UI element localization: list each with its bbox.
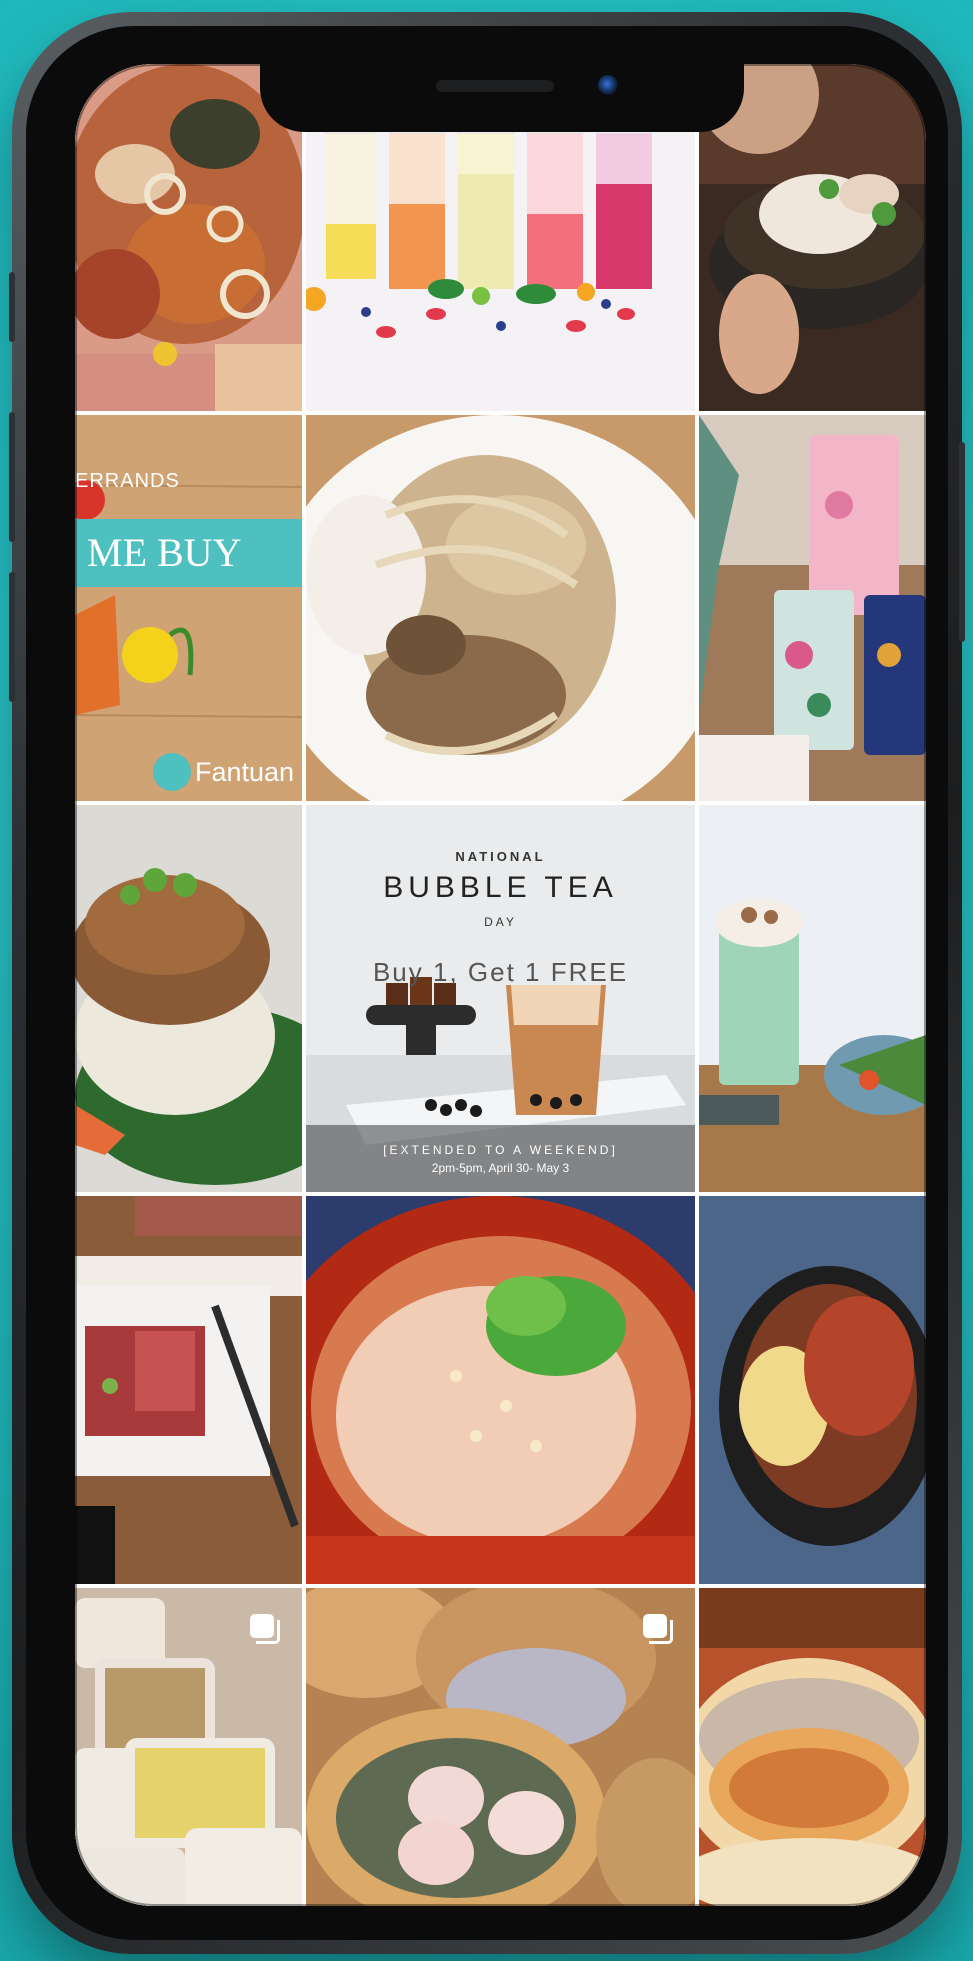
post-seafood-boil[interactable] xyxy=(75,64,302,411)
phone-screen: ERRANDS ME BUY Fantuan NATIONAL BUBBLE T… xyxy=(75,64,926,1906)
post-grid: ERRANDS ME BUY Fantuan NATIONAL BUBBLE T… xyxy=(75,64,926,1906)
bubble-tea-national: NATIONAL xyxy=(455,849,546,864)
post-errands-promo[interactable]: ERRANDS ME BUY Fantuan xyxy=(75,415,302,801)
post-noodle-bowl[interactable] xyxy=(699,1196,926,1584)
bubble-tea-promo: Buy 1, Get 1 FREE xyxy=(372,957,629,987)
post-toast-sandwich[interactable] xyxy=(699,1588,926,1906)
speaker-grille xyxy=(436,80,554,92)
post-bubble-tea-day[interactable]: NATIONAL BUBBLE TEA DAY Buy 1, Get 1 FRE… xyxy=(306,805,695,1192)
post-pork-rice[interactable] xyxy=(75,805,302,1192)
notch xyxy=(260,64,744,132)
post-udon-plate[interactable] xyxy=(306,415,695,801)
bubble-tea-day-label: DAY xyxy=(484,915,517,929)
carousel-icon xyxy=(643,1614,673,1644)
front-camera-icon xyxy=(598,75,618,95)
fantuan-brand: Fantuan xyxy=(195,757,295,787)
post-matcha-drink[interactable] xyxy=(699,805,926,1192)
fantuan-logo-icon xyxy=(153,753,191,791)
volume-up-button xyxy=(9,412,15,542)
post-meal-prep[interactable] xyxy=(75,1588,302,1906)
post-spicy-jelly[interactable] xyxy=(306,1196,695,1584)
bubble-tea-extended: [EXTENDED TO A WEEKEND] xyxy=(383,1143,618,1157)
power-button xyxy=(959,442,965,642)
mute-switch xyxy=(9,272,15,342)
me-buy-banner: ME BUY xyxy=(75,519,302,587)
carousel-icon xyxy=(250,1614,280,1644)
bubble-tea-time: 2pm-5pm, April 30- May 3 xyxy=(431,1161,570,1175)
bubble-tea-title: BUBBLE TEA xyxy=(383,871,618,904)
errands-label: ERRANDS xyxy=(75,470,180,492)
post-floral-cups[interactable] xyxy=(699,415,926,801)
post-dim-sum[interactable] xyxy=(306,1588,695,1906)
volume-down-button xyxy=(9,572,15,702)
post-raw-meat[interactable] xyxy=(75,1196,302,1584)
